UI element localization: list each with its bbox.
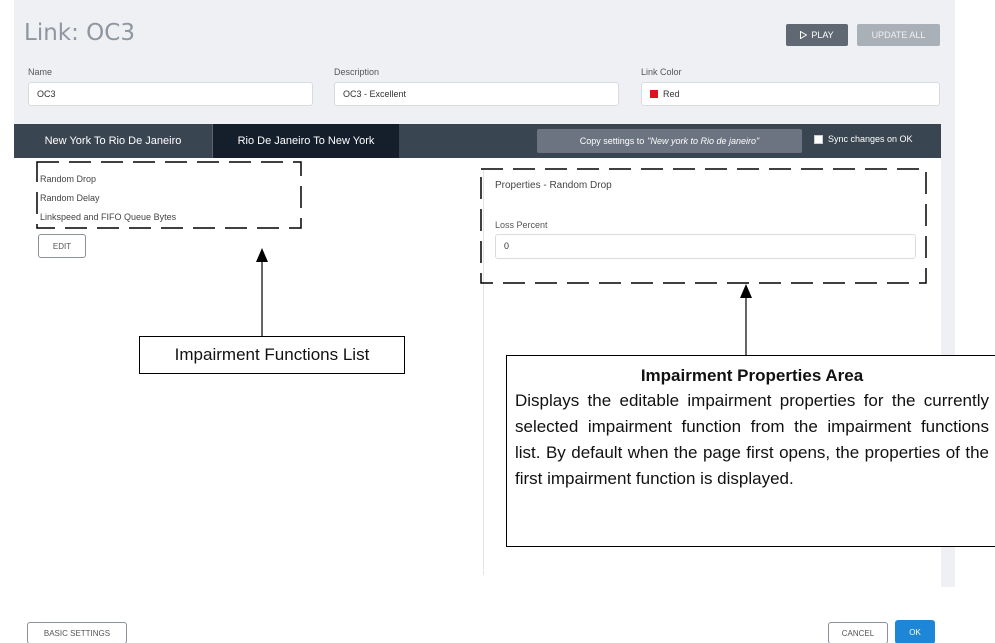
update-all-button[interactable]: UPDATE ALL: [857, 24, 940, 46]
description-field[interactable]: OC3 - Excellent: [334, 82, 619, 106]
impairment-item-linkspeed[interactable]: Linkspeed and FIFO Queue Bytes: [40, 212, 176, 222]
impairment-item-random-drop[interactable]: Random Drop: [40, 174, 96, 184]
link-color-label: Link Color: [641, 67, 682, 77]
sync-checkbox[interactable]: [814, 134, 823, 144]
sync-label: Sync changes on OK: [828, 134, 913, 144]
impairment-properties-callout: Impairment Properties Area Displays the …: [506, 355, 995, 547]
play-button[interactable]: PLAY: [786, 24, 848, 46]
impairment-item-random-delay[interactable]: Random Delay: [40, 193, 100, 203]
loss-percent-input[interactable]: 0: [495, 234, 916, 259]
panel-divider: [483, 170, 484, 575]
play-icon: [800, 31, 808, 39]
edit-button[interactable]: EDIT: [38, 234, 86, 258]
name-field[interactable]: OC3: [28, 82, 313, 106]
page-title: Link: OC3: [24, 20, 135, 46]
ok-button[interactable]: OK: [895, 620, 935, 643]
copy-settings-target: "New york to Rio de janeiro": [647, 136, 760, 146]
impairment-list-callout: Impairment Functions List: [139, 336, 405, 374]
play-label: PLAY: [811, 30, 834, 40]
color-swatch: [650, 90, 658, 98]
link-color-value: Red: [663, 89, 680, 99]
link-color-select[interactable]: Red: [641, 82, 940, 106]
sync-changes-toggle[interactable]: Sync changes on OK: [814, 134, 913, 144]
name-label: Name: [28, 67, 53, 77]
cancel-button[interactable]: CANCEL: [828, 622, 888, 643]
copy-settings-button[interactable]: Copy settings to "New york to Rio de jane…: [537, 129, 802, 153]
properties-title: Properties - Random Drop: [495, 180, 612, 191]
loss-percent-label: Loss Percent: [495, 220, 548, 230]
direction-tabbar: New York To Rio De Janeiro Rio De Janeir…: [14, 124, 941, 158]
description-label: Description: [334, 67, 380, 77]
tab-new-york-to-rio[interactable]: New York To Rio De Janeiro: [14, 124, 213, 158]
properties-callout-title: Impairment Properties Area: [640, 366, 864, 385]
tab-rio-to-new-york[interactable]: Rio De Janeiro To New York: [213, 124, 399, 158]
properties-callout-body: Displays the editable impairment propert…: [515, 391, 989, 488]
basic-settings-button[interactable]: BASIC SETTINGS: [27, 622, 127, 643]
copy-settings-prefix: Copy settings to: [579, 136, 645, 146]
